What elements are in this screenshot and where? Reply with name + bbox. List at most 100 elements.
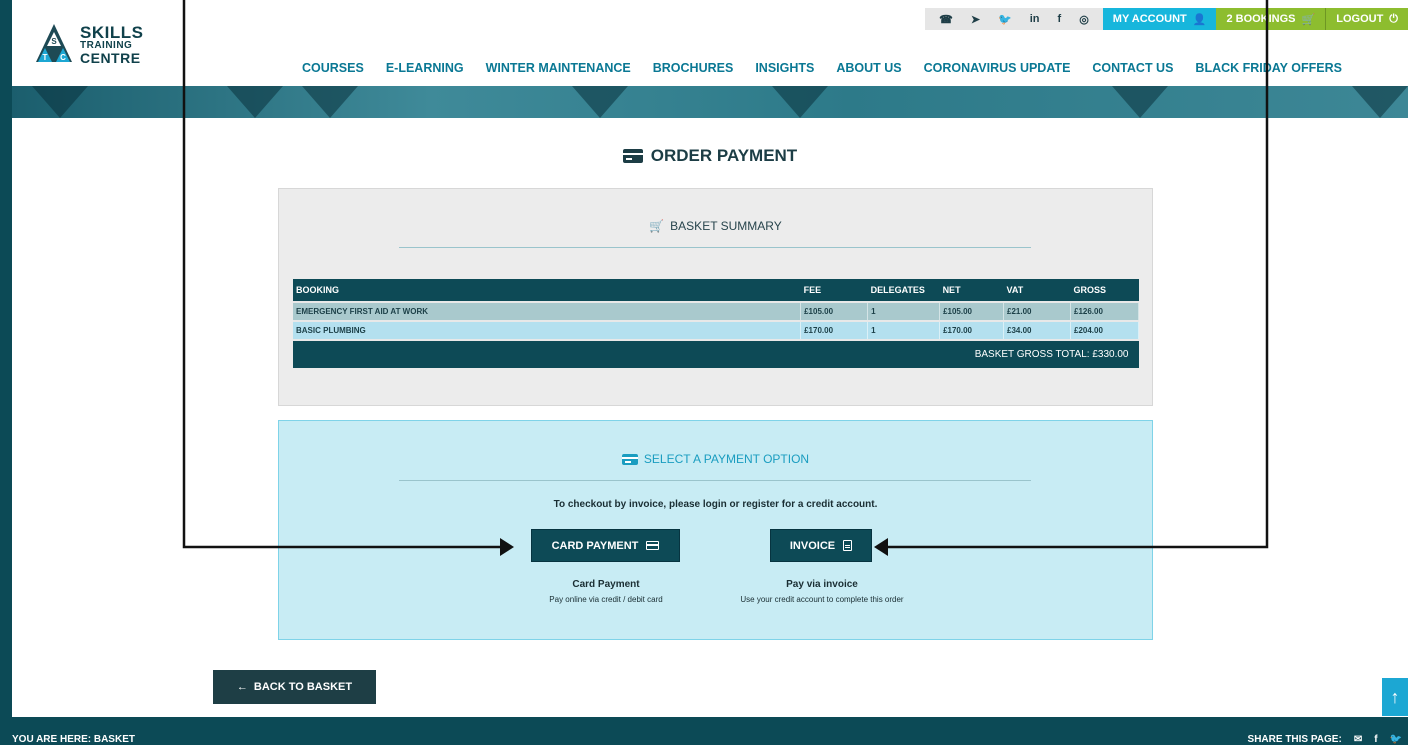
share-label: SHARE THIS PAGE: (1247, 734, 1342, 745)
divider (399, 247, 1031, 248)
payment-options-heading: SELECT A PAYMENT OPTION (279, 452, 1152, 466)
instagram-icon[interactable]: ◎ (1079, 13, 1089, 26)
card-payment-title: Card Payment (572, 579, 640, 590)
col-net: NET (939, 279, 1004, 303)
basket-icon: 🛒 (649, 219, 665, 233)
cell-delegates: 1 (867, 321, 941, 341)
footer-bar: YOU ARE HERE: BASKET SHARE THIS PAGE: ✉ … (0, 717, 1408, 745)
card-payment-option-info: Card Payment Pay online via credit / deb… (509, 579, 703, 606)
nav-item-winter-maintenance[interactable]: WINTER MAINTENANCE (486, 61, 631, 75)
cell-delegates: 1 (867, 302, 941, 322)
basket-summary-heading: 🛒 BASKET SUMMARY (279, 219, 1152, 233)
twitter-icon[interactable]: 🐦 (998, 13, 1012, 26)
user-icon: 👤 (1192, 13, 1207, 26)
card-payment-label: CARD PAYMENT (551, 539, 639, 552)
nav-item-insights[interactable]: INSIGHTS (755, 61, 814, 75)
cell-booking: EMERGENCY FIRST AID AT WORK (293, 302, 802, 322)
page-title: ORDER PAYMENT (12, 146, 1408, 166)
credit-card-icon (646, 541, 660, 550)
bookings-button[interactable]: 2 BOOKINGS 🛒 (1216, 8, 1326, 30)
document-icon (843, 540, 853, 551)
card-payment-button[interactable]: CARD PAYMENT (531, 529, 680, 562)
nav-item-e-learning[interactable]: E-LEARNING (386, 61, 464, 75)
basket-total-value: £330.00 (1092, 349, 1129, 360)
phone-icon[interactable]: ☎ (939, 13, 953, 26)
invoice-description: Use your credit account to complete this… (740, 595, 904, 604)
cell-vat: £21.00 (1003, 302, 1071, 322)
cell-vat: £34.00 (1003, 321, 1071, 341)
site-logo[interactable]: S T C SKILLS TRAINING CENTRE (34, 22, 143, 66)
breadcrumb: YOU ARE HERE: BASKET (12, 734, 135, 745)
invoice-title: Pay via invoice (786, 579, 858, 590)
logo-line-2: TRAINING (80, 39, 133, 51)
cell-fee: £105.00 (800, 302, 869, 322)
basket-table: BOOKING FEE DELEGATES NET VAT GROSS EMER… (293, 279, 1139, 368)
invoice-option-info: Pay via invoice Use your credit account … (729, 579, 915, 606)
basket-total-cell: BASKET GROSS TOTAL: £330.00 (293, 340, 1139, 368)
nav-item-contact-us[interactable]: CONTACT US (1092, 61, 1173, 75)
cell-gross: £204.00 (1070, 321, 1139, 341)
twitter-icon[interactable]: 🐦 (1390, 734, 1402, 745)
credit-card-icon (622, 149, 643, 163)
col-vat: VAT (1003, 279, 1071, 303)
cell-net: £105.00 (939, 302, 1005, 322)
basket-total-label: BASKET GROSS TOTAL: (974, 349, 1090, 360)
social-links: ☎ ➤ 🐦 in f ◎ (925, 8, 1103, 30)
header-banner (12, 86, 1408, 118)
basket-summary-title: BASKET SUMMARY (670, 219, 782, 233)
logo-line-3: CENTRE (80, 49, 141, 66)
page-title-text: ORDER PAYMENT (650, 146, 798, 165)
scroll-to-top-button[interactable]: ↑ (1382, 678, 1408, 716)
col-gross: GROSS (1070, 279, 1139, 303)
svg-text:T: T (43, 53, 48, 62)
arrow-up-icon: ↑ (1390, 686, 1400, 707)
card-payment-description: Pay online via credit / debit card (549, 595, 663, 604)
page: S T C SKILLS TRAINING CENTRE ☎ ➤ 🐦 in f … (12, 0, 1408, 717)
basket-total-row: BASKET GROSS TOTAL: £330.00 (293, 340, 1139, 368)
send-icon[interactable]: ➤ (971, 13, 980, 26)
col-booking: BOOKING (293, 279, 801, 303)
payment-options-panel: SELECT A PAYMENT OPTION To checkout by i… (278, 420, 1153, 640)
cell-booking: BASIC PLUMBING (293, 321, 802, 341)
arrow-left-icon: ← (236, 681, 248, 693)
svg-text:S: S (51, 37, 57, 46)
back-to-basket-button[interactable]: ← BACK TO BASKET (213, 670, 376, 704)
nav-item-coronavirus-update[interactable]: CORONAVIRUS UPDATE (924, 61, 1071, 75)
svg-text:C: C (60, 53, 66, 62)
invoice-note: To checkout by invoice, please login or … (553, 499, 878, 510)
nav-item-about-us[interactable]: ABOUT US (836, 61, 901, 75)
nav-item-courses[interactable]: COURSES (302, 61, 364, 75)
table-row: BASIC PLUMBING £170.00 1 £170.00 £34.00 … (293, 321, 1139, 341)
logout-label: LOGOUT (1336, 13, 1384, 25)
top-bar: ☎ ➤ 🐦 in f ◎ MY ACCOUNT 👤 2 BOOKINGS 🛒 L… (925, 8, 1408, 30)
basket-summary-panel: 🛒 BASKET SUMMARY BOOKING FEE DELEGATES N… (278, 188, 1153, 406)
bookings-label: 2 BOOKINGS (1226, 13, 1296, 25)
logo-text: SKILLS TRAINING CENTRE (80, 24, 143, 65)
nav-item-black-friday-offers[interactable]: BLACK FRIDAY OFFERS (1195, 61, 1342, 75)
credit-card-icon (621, 453, 638, 465)
facebook-icon[interactable]: f (1058, 13, 1062, 25)
nav-item-brochures[interactable]: BROCHURES (653, 61, 734, 75)
logout-icon: ⏻ (1389, 12, 1398, 25)
col-fee: FEE (800, 279, 868, 303)
payment-options-title: SELECT A PAYMENT OPTION (643, 452, 810, 466)
linkedin-icon[interactable]: in (1030, 13, 1040, 25)
cell-net: £170.00 (939, 321, 1005, 341)
invoice-button[interactable]: INVOICE (770, 529, 872, 562)
table-row: EMERGENCY FIRST AID AT WORK £105.00 1 £1… (293, 302, 1139, 322)
logout-button[interactable]: LOGOUT ⏻ (1325, 8, 1408, 30)
my-account-label: MY ACCOUNT (1112, 13, 1187, 25)
invoice-label: INVOICE (789, 539, 836, 552)
cell-fee: £170.00 (800, 321, 869, 341)
logo-mark: S T C (34, 22, 74, 66)
table-header-row: BOOKING FEE DELEGATES NET VAT GROSS (293, 279, 1139, 303)
facebook-icon[interactable]: f (1374, 734, 1377, 745)
my-account-button[interactable]: MY ACCOUNT 👤 (1102, 8, 1217, 30)
col-delegates: DELEGATES (867, 279, 940, 303)
logo-line-1: SKILLS (80, 22, 144, 42)
share-bar: SHARE THIS PAGE: ✉ f 🐦 (1248, 734, 1402, 745)
email-icon[interactable]: ✉ (1354, 734, 1362, 745)
back-to-basket-label: BACK TO BASKET (253, 681, 353, 693)
basket-icon: 🛒 (1301, 13, 1316, 26)
main-nav: COURSES E-LEARNING WINTER MAINTENANCE BR… (302, 61, 1342, 75)
